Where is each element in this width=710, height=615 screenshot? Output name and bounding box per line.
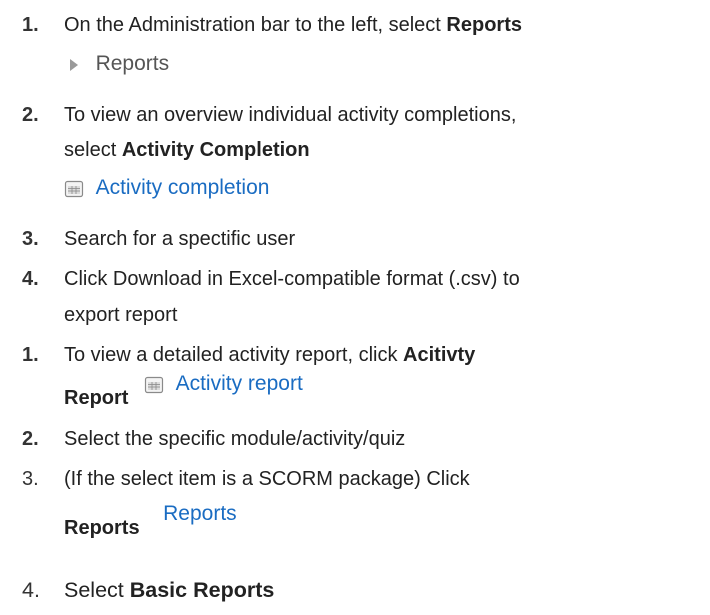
step-text: Select the specific module/activity/quiz bbox=[64, 428, 406, 450]
step-text: Select Basic Reports bbox=[64, 578, 275, 602]
step-text: Click Download in Excel-compatible forma… bbox=[64, 268, 520, 290]
step-number: 2. bbox=[22, 104, 39, 126]
step-number: 1. bbox=[22, 344, 39, 366]
step-text: (If the select item is a SCORM package) … bbox=[64, 468, 470, 490]
step-text: To view a detailed activity report, clic… bbox=[64, 344, 476, 366]
bold-label: Report bbox=[64, 387, 129, 409]
step-text: On the Administration bar to the left, s… bbox=[64, 14, 522, 36]
bold-label: Reports bbox=[64, 517, 140, 539]
step-text: To view an overview individual activity … bbox=[64, 104, 517, 126]
bold-label: Activity Completion bbox=[121, 139, 310, 161]
step-number: 3. bbox=[22, 228, 39, 250]
reports-nav-link[interactable]: Reports bbox=[96, 52, 170, 75]
activity-completion-link[interactable]: Activity completion bbox=[96, 176, 270, 199]
step-text: export report bbox=[64, 304, 178, 326]
spreadsheet-icon bbox=[144, 376, 164, 393]
step-number: 1. bbox=[22, 14, 39, 36]
step-number: 4. bbox=[22, 578, 40, 602]
step-text: select Activity Completion bbox=[64, 139, 310, 161]
spreadsheet-icon bbox=[64, 180, 84, 197]
bold-label: Acitivty bbox=[403, 344, 476, 366]
step-number: 2. bbox=[22, 428, 39, 450]
activity-report-link[interactable]: Activity report bbox=[176, 372, 303, 395]
step-text: Search for a spectific user bbox=[64, 228, 296, 250]
step-number: 4. bbox=[22, 268, 39, 290]
bold-label: Basic Reports bbox=[129, 578, 275, 602]
bold-label: Reports bbox=[446, 14, 522, 36]
reports-link[interactable]: Reports bbox=[163, 502, 237, 525]
triangle-right-icon bbox=[70, 58, 78, 71]
step-number: 3. bbox=[22, 468, 39, 490]
